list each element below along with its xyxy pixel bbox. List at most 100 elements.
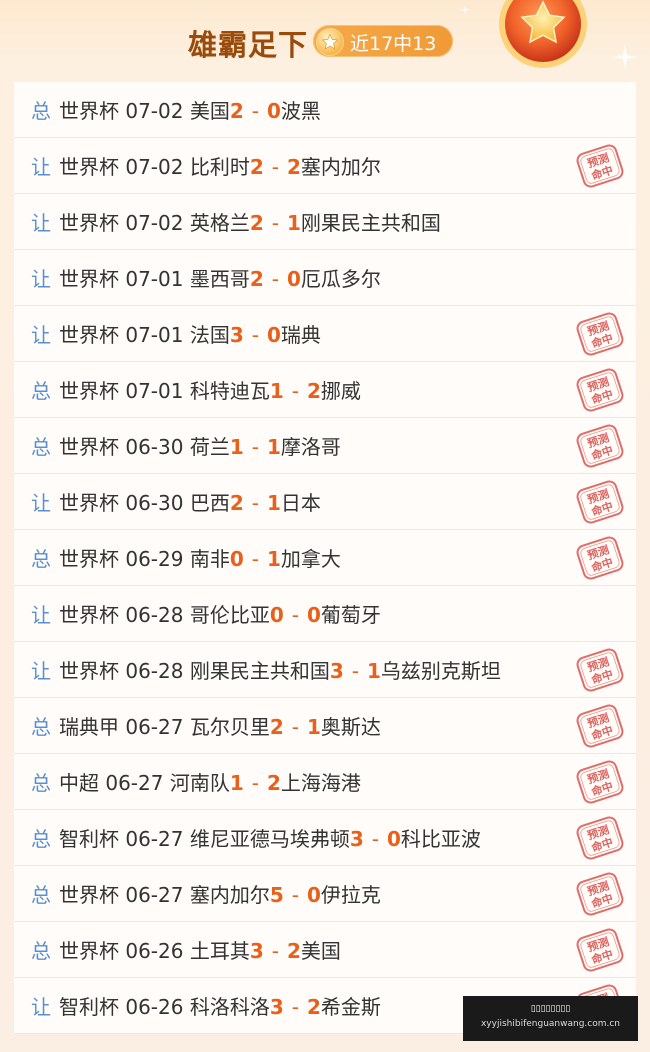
list-item[interactable]: 让世界杯 07-01 法国3-0瑞典 预测 命中 [14,306,636,362]
home-team: 河南队 [169,771,230,795]
league-name: 世界杯 [59,603,119,627]
match-text: 让世界杯 06-28 刚果民主共和国3-1乌兹别克斯坦 [31,655,501,684]
home-team: 墨西哥 [189,267,250,291]
home-score: 0 [269,603,284,627]
list-item[interactable]: 让世界杯 07-02 比利时2-2塞内加尔 预测 命中 [14,138,636,194]
match-text: 让智利杯 06-26 科洛科洛3-2希金斯 [31,991,381,1020]
match-date: 07-01 [125,323,184,347]
star-medal-icon [495,0,591,72]
page-title: 雄霸足下 [188,28,309,62]
score-separator: - [271,211,279,235]
match-date: 06-27 [125,715,184,739]
home-score: 1 [269,379,284,403]
score-separator: - [291,995,299,1019]
star-icon [316,28,344,56]
match-date: 06-26 [125,939,184,963]
match-text: 让世界杯 07-01 墨西哥2-0厄瓜多尔 [31,263,381,292]
bet-type-label: 总 [31,827,51,851]
home-score: 0 [229,547,244,571]
score-separator: - [271,155,279,179]
match-text: 总世界杯 07-02 美国2-0波黑 [31,95,321,124]
list-item[interactable]: 让世界杯 06-28 刚果民主共和国3-1乌兹别克斯坦 预测 命中 [14,642,636,698]
match-date: 06-30 [125,491,184,515]
list-item[interactable]: 总世界杯 07-02 美国2-0波黑 [14,82,636,138]
away-score: 0 [266,99,281,123]
away-score: 1 [266,435,281,459]
home-team: 维尼亚德马埃弗顿 [189,827,350,851]
list-item[interactable]: 总智利杯 06-27 维尼亚德马埃弗顿3-0科比亚波 预测 命中 [14,810,636,866]
away-score: 1 [286,211,301,235]
away-team: 波黑 [280,99,321,123]
score-separator: - [371,827,379,851]
list-item[interactable]: 总世界杯 06-29 南非0-1加拿大 预测 命中 [14,530,636,586]
bet-type-label: 总 [31,435,51,459]
bet-type-label: 总 [31,771,51,795]
match-date: 06-28 [125,603,184,627]
league-name: 世界杯 [59,883,119,907]
away-score: 1 [266,547,281,571]
match-text: 总智利杯 06-27 维尼亚德马埃弗顿3-0科比亚波 [31,823,481,852]
prediction-hit-stamp-icon: 预测命中 [574,142,626,190]
bet-type-label: 总 [31,939,51,963]
list-item[interactable]: 总世界杯 06-30 荷兰1-1摩洛哥 预测 命中 [14,418,636,474]
bet-type-label: 让 [31,659,51,683]
away-team: 伊拉克 [320,883,381,907]
away-score: 2 [286,939,301,963]
home-team: 法国 [189,323,230,347]
score-separator: - [251,771,259,795]
list-item[interactable]: 总中超 06-27 河南队1-2上海海港 预测 命中 [14,754,636,810]
watermark-line2: xyyjishibifenguanwang.com.cn [480,1019,621,1029]
away-team: 厄瓜多尔 [300,267,381,291]
match-text: 总世界杯 06-29 南非0-1加拿大 [31,543,341,572]
list-item[interactable]: 总世界杯 06-27 塞内加尔5-0伊拉克 预测 命中 [14,866,636,922]
score-separator: - [291,603,299,627]
away-score: 0 [266,323,281,347]
match-text: 让世界杯 06-28 哥伦比亚0-0葡萄牙 [31,599,381,628]
match-text: 总中超 06-27 河南队1-2上海海港 [31,767,361,796]
home-score: 1 [229,771,244,795]
prediction-hit-stamp-icon: 预测命中 [574,478,626,526]
away-score: 1 [366,659,381,683]
score-separator: - [251,323,259,347]
match-text: 总世界杯 06-26 土耳其3-2美国 [31,935,341,964]
league-name: 世界杯 [59,547,119,571]
record-text: 近17中13 [350,33,437,55]
league-name: 世界杯 [59,323,119,347]
home-team: 刚果民主共和国 [189,659,330,683]
bet-type-label: 让 [31,323,51,347]
league-name: 世界杯 [59,659,119,683]
away-team: 塞内加尔 [300,155,381,179]
away-score: 2 [306,995,321,1019]
list-item[interactable]: 总瑞典甲 06-27 瓦尔贝里2-1奥斯达 预测 命中 [14,698,636,754]
list-item[interactable]: 让世界杯 07-01 墨西哥2-0厄瓜多尔 [14,250,636,306]
away-team: 摩洛哥 [280,435,341,459]
score-separator: - [251,435,259,459]
league-name: 世界杯 [59,939,119,963]
away-score: 2 [266,771,281,795]
list-item[interactable]: 总世界杯 07-01 科特迪瓦1-2挪威 预测 命中 [14,362,636,418]
away-team: 日本 [280,491,321,515]
away-score: 1 [306,715,321,739]
away-score: 0 [286,267,301,291]
list-item[interactable]: 让世界杯 06-28 哥伦比亚0-0葡萄牙 [14,586,636,642]
home-score: 2 [249,211,264,235]
away-team: 美国 [300,939,341,963]
list-item[interactable]: 让世界杯 06-30 巴西2-1日本 预测 命中 [14,474,636,530]
prediction-hit-stamp-icon: 预测命中 [574,534,626,582]
list-item[interactable]: 总世界杯 06-26 土耳其3-2美国 预测 命中 [14,922,636,978]
league-name: 中超 [59,771,99,795]
match-date: 06-27 [125,883,184,907]
list-item[interactable]: 让世界杯 07-02 英格兰2-1刚果民主共和国 [14,194,636,250]
bet-type-label: 让 [31,155,51,179]
score-separator: - [251,547,259,571]
away-team: 希金斯 [320,995,381,1019]
away-team: 乌兹别克斯坦 [380,659,501,683]
away-score: 2 [286,155,301,179]
bet-type-label: 总 [31,99,51,123]
prediction-hit-stamp-icon: 预测命中 [574,646,626,694]
prediction-hit-stamp-icon: 预测命中 [574,814,626,862]
score-separator: - [291,715,299,739]
league-name: 智利杯 [59,827,119,851]
home-score: 1 [229,435,244,459]
home-score: 5 [269,883,284,907]
